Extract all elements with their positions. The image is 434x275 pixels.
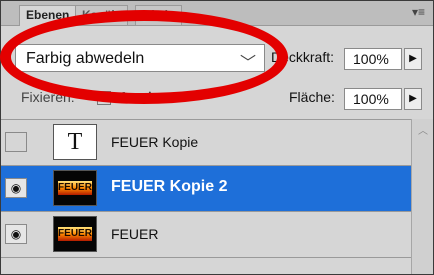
visibility-toggle[interactable] [5, 132, 27, 152]
thumbnail-fire-text: FEUER [58, 227, 92, 241]
opacity-input[interactable]: 100% [344, 48, 402, 70]
thumbnail-fire-text: FEUER [58, 181, 92, 195]
layer-thumbnail: FEUER [53, 170, 97, 206]
red-highlight-ellipse [0, 10, 288, 104]
scroll-up-icon[interactable]: ︿ [418, 122, 428, 137]
fill-input[interactable]: 100% [344, 88, 402, 110]
layer-thumbnail: FEUER [53, 216, 97, 252]
text-layer-thumbnail: T [53, 124, 97, 160]
panel-menu-icon[interactable]: ▾≡ [412, 5, 425, 19]
layer-list: T FEUER Kopie ◉ FEUER FEUER Kopie 2 ◉ FE… [1, 119, 411, 274]
eye-icon[interactable]: ◉ [5, 224, 27, 244]
fill-slider-button[interactable]: ▶ [404, 88, 422, 110]
fill-label: Fläche: [289, 89, 335, 105]
opacity-slider-button[interactable]: ▶ [404, 48, 422, 70]
layer-name: FEUER [111, 226, 159, 242]
layer-row-selected[interactable]: ◉ FEUER FEUER Kopie 2 [1, 166, 411, 212]
layer-row[interactable]: ◉ FEUER FEUER [1, 212, 411, 258]
eye-icon[interactable]: ◉ [5, 178, 27, 198]
layer-name: FEUER Kopie [111, 134, 199, 150]
layer-row[interactable]: T FEUER Kopie [1, 120, 411, 166]
layer-list-scrollbar[interactable]: ︿ [411, 119, 433, 274]
layer-name: FEUER Kopie 2 [111, 178, 228, 195]
